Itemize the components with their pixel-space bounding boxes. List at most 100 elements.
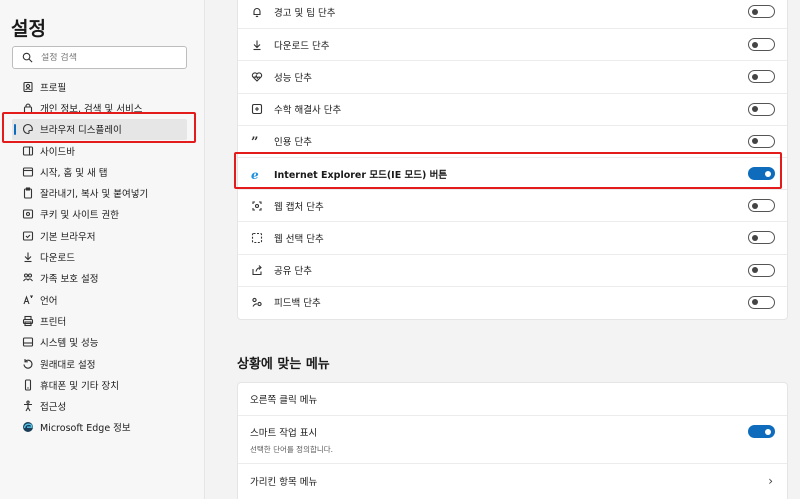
toolbar-button-row-1: 다운로드 단추 — [238, 28, 787, 60]
web-select-icon — [251, 232, 263, 243]
sidebar-item-label: 프린터 — [40, 316, 67, 328]
row-icon — [250, 5, 264, 19]
toolbar-button-label: 피드백 단추 — [274, 298, 321, 310]
sidebar-item-11[interactable]: 프린터 — [12, 310, 192, 331]
sidebar-item-icon — [21, 251, 34, 264]
smart-actions-toggle[interactable] — [748, 425, 775, 438]
sidebar-item-12[interactable]: 시스템 및 성능 — [12, 332, 192, 353]
row-icon — [250, 102, 264, 116]
right-click-menu-row[interactable]: 오른쪽 클릭 메뉴 — [238, 383, 787, 415]
toolbar-button-label: 웹 캡처 단추 — [274, 201, 324, 213]
reset-icon — [22, 358, 33, 369]
sidebar-item-label: Microsoft Edge 정보 — [40, 423, 131, 435]
profile-icon — [22, 81, 33, 92]
sidebar-item-label: 사이드바 — [40, 146, 75, 158]
toolbar-button-toggle[interactable] — [748, 263, 775, 277]
smart-actions-label: 스마트 작업 표시 — [250, 427, 318, 439]
sidebar-item-label: 시작, 홈 및 새 탭 — [40, 167, 108, 179]
sidebar-item-label: 쿠키 및 사이트 권한 — [40, 210, 119, 222]
sidebar-item-icon — [21, 378, 34, 391]
sidebar-item-6[interactable]: 쿠키 및 사이트 권한 — [12, 204, 192, 225]
sidebar-item-7[interactable]: 기본 브라우저 — [12, 225, 192, 246]
sidebar-item-label: 접근성 — [40, 402, 67, 414]
row-icon — [250, 38, 264, 52]
toolbar-button-label: 인용 단추 — [274, 137, 312, 149]
sidebar-item-9[interactable]: 가족 보호 설정 — [12, 268, 192, 289]
sidebar-item-3[interactable]: 사이드바 — [12, 140, 192, 161]
download-icon — [24, 252, 31, 263]
sidebar-item-13[interactable]: 원래대로 설정 — [12, 353, 192, 374]
sidebar-item-label: 시스템 및 성능 — [40, 338, 99, 350]
smart-actions-description: 선택한 단어를 정의합니다. — [250, 444, 334, 454]
share-icon — [252, 265, 262, 276]
sidebar-item-8[interactable]: 다운로드 — [12, 246, 192, 267]
sidebar-item-label: 원래대로 설정 — [40, 359, 96, 371]
sidebar-item-label: 휴대폰 및 기타 장치 — [40, 380, 119, 392]
row-icon: ” — [250, 134, 264, 148]
toolbar-button-toggle[interactable] — [748, 102, 775, 116]
sidebar-item-label: 다운로드 — [40, 253, 75, 265]
toolbar-button-row-3: 수학 해결사 단추 — [238, 92, 787, 125]
sidebar-item-10[interactable]: 언어 — [12, 289, 192, 310]
sidebar-item-label: 언어 — [40, 295, 58, 307]
row-icon — [250, 70, 264, 84]
toolbar-button-label: 웹 선택 단추 — [274, 233, 324, 245]
settings-search-box[interactable] — [12, 46, 187, 69]
home-tab-icon — [22, 167, 33, 177]
browser-icon — [22, 231, 33, 241]
toolbar-button-label: 공유 단추 — [274, 266, 312, 278]
family-icon — [22, 273, 33, 282]
sidebar-item-5[interactable]: 잘라내기, 복사 및 붙여넣기 — [12, 182, 192, 203]
sidebar-item-0[interactable]: 프로필 — [12, 76, 192, 97]
sidebar-item-label: 잘라내기, 복사 및 붙여넣기 — [40, 189, 149, 201]
math-icon — [251, 104, 263, 115]
toolbar-button-row-7: 웹 선택 단추 — [238, 221, 787, 253]
system-icon — [22, 337, 33, 347]
sidebar-item-icon — [21, 336, 34, 349]
sidebar-item-icon — [21, 165, 34, 178]
quote-icon: ” — [251, 135, 258, 147]
sidebar-item-icon — [21, 293, 34, 306]
context-menu-card: 오른쪽 클릭 메뉴 스마트 작업 표시 선택한 단어를 정의합니다. 가리킨 항… — [237, 382, 788, 499]
clipboard-icon — [23, 187, 32, 199]
phone-icon — [24, 379, 31, 391]
toolbar-button-toggle[interactable] — [748, 38, 775, 52]
toolbar-button-toggle[interactable] — [748, 5, 775, 18]
toolbar-button-label: 다운로드 단추 — [274, 40, 330, 52]
sidebar-item-15[interactable]: 접근성 — [12, 395, 192, 416]
sidebar-item-icon — [21, 272, 34, 285]
feedback-icon — [252, 298, 262, 308]
sidebar-item-icon — [21, 80, 34, 93]
sidebar-item-label: 가족 보호 설정 — [40, 274, 99, 286]
toolbar-button-toggle[interactable] — [748, 199, 775, 213]
row-icon — [250, 295, 264, 309]
bell-icon — [253, 8, 261, 18]
toolbar-button-toggle[interactable] — [748, 295, 775, 309]
accessibility-icon — [23, 400, 32, 412]
settings-title: 설정 — [11, 18, 46, 40]
row-icon — [250, 231, 264, 245]
toolbar-button-row-6: 웹 캡처 단추 — [238, 189, 787, 221]
hidden-menu-row[interactable]: 가리킨 항목 메뉴 › — [238, 463, 787, 497]
sidebar-item-14[interactable]: 휴대폰 및 기타 장치 — [12, 374, 192, 395]
sidebar-item-4[interactable]: 시작, 홈 및 새 탭 — [12, 161, 192, 182]
hidden-menu-label: 가리킨 항목 메뉴 — [250, 476, 318, 488]
sidebar-item-label: 기본 브라우저 — [40, 231, 96, 243]
svg-text:”: ” — [251, 135, 258, 147]
right-click-menu-label: 오른쪽 클릭 메뉴 — [250, 395, 318, 406]
toolbar-button-toggle[interactable] — [748, 134, 775, 148]
sidebar-item-icon — [21, 314, 34, 327]
highlight-box-browser-display — [2, 112, 196, 143]
toolbar-button-label: 수학 해결사 단추 — [274, 105, 342, 117]
highlight-box-ie-mode — [234, 152, 782, 189]
row-icon — [250, 263, 264, 277]
settings-sidebar: 설정 프로필개인 정보, 검색 및 서비스브라우저 디스플레이사이드바시작, 홈… — [0, 0, 205, 499]
toolbar-button-toggle[interactable] — [748, 70, 775, 84]
toolbar-button-label: 경고 및 팁 단추 — [274, 8, 336, 19]
heart-pulse-icon — [251, 72, 263, 82]
toolbar-button-toggle[interactable] — [748, 231, 775, 245]
toolbar-button-row-8: 공유 단추 — [238, 253, 787, 286]
sidebar-item-16[interactable]: Microsoft Edge 정보 — [12, 417, 192, 438]
edge-icon — [22, 422, 33, 433]
settings-search-input[interactable] — [41, 52, 171, 63]
